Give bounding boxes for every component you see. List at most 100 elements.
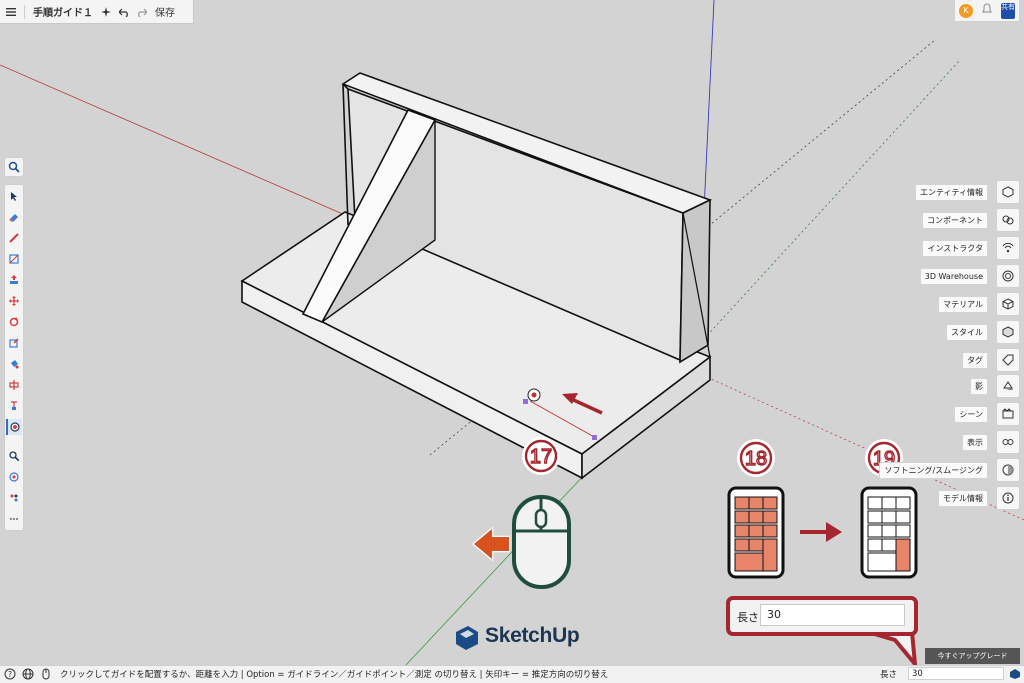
styles-button[interactable]	[996, 320, 1020, 344]
tape-measure-tool[interactable]	[6, 419, 22, 435]
shadows-button[interactable]	[996, 374, 1020, 398]
search-icon	[8, 161, 20, 173]
avatar[interactable]: K	[959, 3, 973, 18]
instructor-icon	[1002, 242, 1014, 253]
globe-icon[interactable]	[22, 668, 34, 680]
instructor-button[interactable]	[996, 236, 1020, 260]
move-arrows-icon	[9, 296, 19, 306]
length-label: 長さ	[880, 670, 898, 680]
share-button[interactable]: 共有	[1001, 2, 1015, 19]
step-17-number: 17	[530, 446, 552, 468]
section-plane-tool[interactable]	[6, 377, 22, 393]
display-button[interactable]	[996, 430, 1020, 454]
rectangle-tool[interactable]	[6, 251, 22, 267]
panel-label-entity-info[interactable]: エンティティ情報	[914, 184, 988, 201]
mouse-icon	[512, 495, 571, 589]
pencil-icon	[9, 233, 19, 243]
dimension-icon	[11, 401, 17, 410]
panel-label-soften-smooth[interactable]: ソフトニング/スムージング	[879, 462, 988, 479]
eraser-icon	[9, 214, 18, 222]
help-icon[interactable]: ?	[4, 668, 16, 680]
green-axis-dotted	[679, 59, 961, 366]
next-arrow-icon	[800, 522, 842, 542]
menu-icon[interactable]	[6, 7, 16, 17]
wall-side-face	[679, 198, 711, 364]
panel-label-components[interactable]: コンポーネント	[922, 212, 988, 229]
callout-length-label: 長さ	[737, 611, 759, 624]
panel-label-materials[interactable]: マテリアル	[938, 296, 988, 313]
status-message: クリックしてガイドを配置するか、距離を入力 | Option = ガイドライン／…	[60, 670, 609, 680]
select-tool[interactable]	[6, 188, 22, 204]
callout-length-value: 30	[760, 604, 905, 626]
undo-icon[interactable]	[119, 7, 129, 17]
more-tools-button[interactable]	[6, 511, 22, 527]
entity-info-icon	[1002, 186, 1014, 198]
components-icon	[1002, 215, 1014, 225]
display-icon	[1002, 439, 1014, 445]
paint-bucket-icon	[11, 360, 19, 369]
panel-label-shadows[interactable]: 影	[970, 378, 988, 395]
rotate-tool[interactable]	[6, 314, 22, 330]
panel-label-tags[interactable]: タグ	[962, 352, 988, 369]
zoom-tool[interactable]	[6, 448, 22, 464]
tool-palette	[4, 184, 24, 531]
entity-info-button[interactable]	[996, 180, 1020, 204]
3d-viewport[interactable]: 17 18 19	[0, 0, 1024, 682]
model-info-button[interactable]	[996, 486, 1020, 510]
divider	[24, 4, 25, 19]
scenes-button[interactable]	[996, 402, 1020, 426]
upgrade-button[interactable]: 今すぐアップグレード	[925, 648, 1020, 664]
paint-bucket-tool[interactable]	[6, 356, 22, 372]
document-title[interactable]: 手順ガイド１	[33, 4, 93, 19]
tape-measure-icon	[10, 422, 20, 432]
panel-label-styles[interactable]: スタイル	[946, 324, 988, 341]
panel-label-display[interactable]: 表示	[962, 434, 988, 451]
save-button[interactable]: 保存	[155, 4, 175, 19]
orbit-tool[interactable]	[6, 469, 22, 485]
step-18-number: 18	[745, 448, 767, 470]
step-18-badge: 18	[737, 439, 775, 477]
materials-button[interactable]	[996, 292, 1020, 316]
step-17-badge: 17	[522, 437, 560, 475]
tags-icon	[1002, 354, 1014, 366]
line-tool[interactable]	[6, 230, 22, 246]
dimension-tool[interactable]	[6, 398, 22, 414]
sparkle-icon[interactable]	[101, 6, 111, 17]
panel-label-3d-warehouse[interactable]: 3D Warehouse	[919, 268, 988, 285]
callout-pointer	[866, 630, 917, 666]
title-bar: 手順ガイド１ 保存	[0, 0, 194, 24]
eraser-tool[interactable]	[6, 209, 22, 225]
panel-label-model-info[interactable]: モデル情報	[938, 490, 988, 507]
search-tool-button[interactable]	[4, 157, 24, 177]
move-left-arrow-icon	[472, 526, 511, 562]
scale-icon	[9, 338, 19, 348]
panel-label-scenes[interactable]: シーン	[954, 406, 988, 423]
soften-icon	[1002, 464, 1014, 476]
soften-smooth-button[interactable]	[996, 458, 1020, 482]
tags-button[interactable]	[996, 348, 1020, 372]
push-pull-icon	[10, 275, 18, 284]
svg-text:?: ?	[8, 670, 12, 679]
length-input[interactable]: 30	[908, 667, 1004, 680]
rectangle-icon	[9, 254, 19, 264]
3d-warehouse-button[interactable]	[996, 264, 1020, 288]
section-plane-icon	[9, 380, 19, 390]
mouse-status-icon	[42, 668, 50, 680]
logo-text: SketchUp	[485, 624, 580, 647]
styles-icon	[1002, 326, 1014, 338]
walk-tool[interactable]	[6, 490, 22, 506]
tape-measure-cursor-icon	[527, 388, 541, 402]
notification-icon[interactable]	[981, 3, 993, 18]
rotate-icon	[9, 317, 19, 327]
red-axis	[0, 64, 346, 216]
move-tool[interactable]	[6, 293, 22, 309]
push-pull-tool[interactable]	[6, 272, 22, 288]
sketchup-status-icon	[1010, 669, 1020, 679]
scale-tool[interactable]	[6, 335, 22, 351]
orbit-icon	[9, 472, 19, 482]
redo-icon[interactable]	[137, 7, 147, 17]
panel-label-instructor[interactable]: インストラクタ	[922, 240, 988, 257]
keypad-after-icon	[860, 486, 918, 579]
components-button[interactable]	[996, 208, 1020, 232]
sketchup-logo: SketchUp	[455, 624, 580, 648]
